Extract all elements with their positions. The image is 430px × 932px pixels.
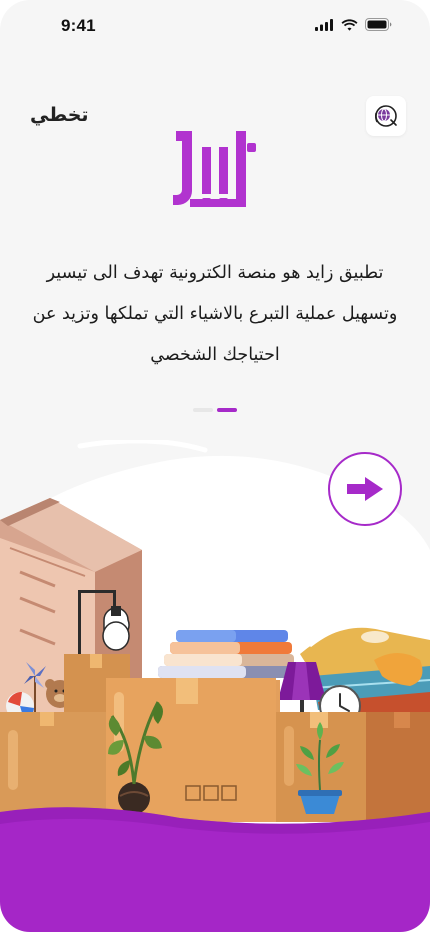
- wifi-icon: [341, 18, 358, 31]
- arrow-right-icon: [347, 477, 383, 501]
- language-button[interactable]: [366, 96, 406, 136]
- onboarding-screen: 9:41 تخطي تطبيق زايد هو منصة الكترونية ت…: [0, 0, 430, 932]
- skip-link[interactable]: تخطي: [30, 104, 89, 126]
- battery-icon: [365, 18, 392, 31]
- page-indicator: [193, 408, 237, 412]
- status-icons: [315, 18, 392, 31]
- status-bar: 9:41: [0, 0, 430, 54]
- page-dot-1: [193, 408, 213, 412]
- onboarding-description: تطبيق زايد هو منصة الكترونية تهدف الى تي…: [32, 263, 398, 365]
- brand-logo: [173, 131, 256, 207]
- next-button[interactable]: [328, 452, 402, 526]
- language-icon: [374, 105, 397, 127]
- status-time: 9:41: [61, 16, 96, 35]
- page-dot-2-active: [217, 408, 237, 412]
- cellular-icon: [315, 18, 333, 31]
